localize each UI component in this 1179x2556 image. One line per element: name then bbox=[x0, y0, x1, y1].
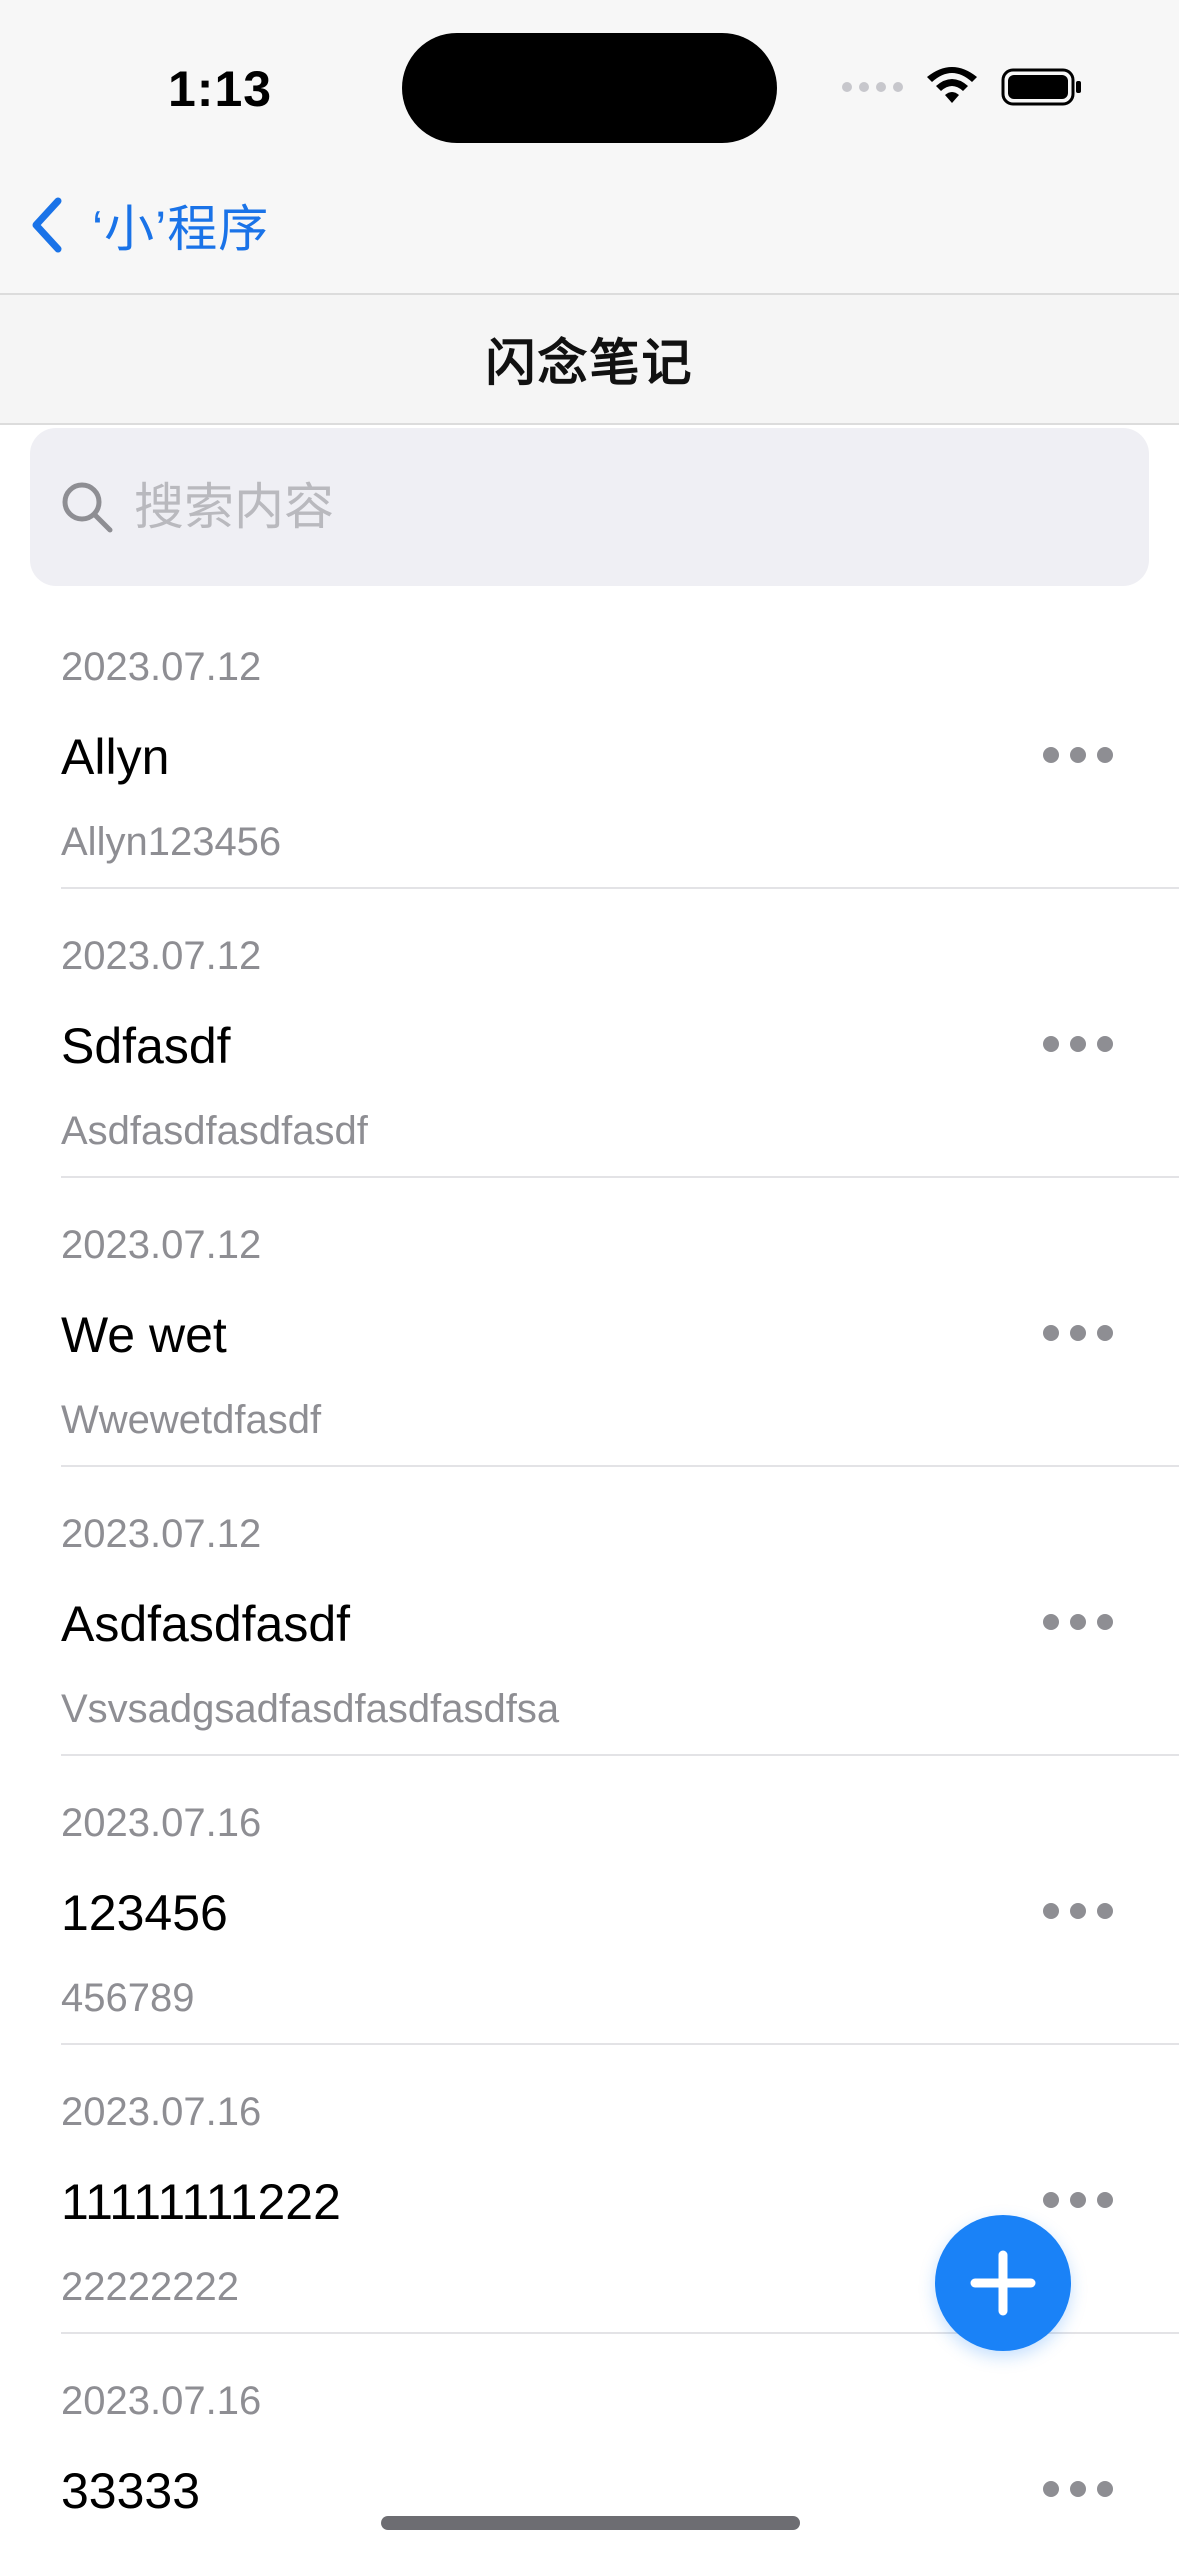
note-date: 2023.07.12 bbox=[61, 934, 262, 978]
more-options-icon[interactable] bbox=[1043, 740, 1113, 770]
note-item[interactable]: 2023.07.12 Allyn Allyn123456 bbox=[0, 600, 1179, 889]
note-body: Wwewetdfasdf bbox=[61, 1398, 322, 1442]
search-input[interactable] bbox=[134, 478, 1034, 536]
navigation-bar: 闪念笔记 bbox=[0, 293, 1179, 425]
note-date: 2023.07.16 bbox=[61, 2090, 262, 2134]
app-screen: 1:13 ‘小’程序 闪念笔记 搜索内容 2023.07.12 Allyn Al… bbox=[0, 0, 1179, 2556]
note-body: Asdfasdfasdfasdf bbox=[61, 1109, 368, 1153]
cellular-signal-icon bbox=[842, 82, 903, 92]
more-options-icon[interactable] bbox=[1043, 1896, 1113, 1926]
note-title: Sdfasdf bbox=[61, 1018, 231, 1074]
note-item[interactable]: 2023.07.12 We wet Wwewetdfasdf bbox=[0, 1178, 1179, 1467]
page-title: 闪念笔记 bbox=[485, 335, 694, 391]
note-item[interactable]: 2023.07.12 Asdfasdfasdf Vsvsadgsadfasdfa… bbox=[0, 1467, 1179, 1756]
search-icon bbox=[62, 482, 113, 533]
search-bar[interactable] bbox=[30, 428, 1149, 586]
note-body: Vsvsadgsadfasdfasdfasdfsa bbox=[61, 1687, 560, 1731]
note-title: Asdfasdfasdf bbox=[61, 1596, 351, 1652]
wifi-icon bbox=[927, 67, 977, 103]
note-date: 2023.07.12 bbox=[61, 1512, 262, 1556]
chevron-left-icon bbox=[32, 197, 62, 253]
dynamic-island bbox=[402, 33, 777, 143]
note-title: Allyn bbox=[61, 729, 170, 785]
note-body: 456789 bbox=[61, 1976, 195, 2020]
battery-icon bbox=[1001, 68, 1081, 106]
home-indicator[interactable] bbox=[381, 2516, 800, 2530]
status-indicators bbox=[842, 62, 1083, 112]
note-date: 2023.07.12 bbox=[61, 1223, 262, 1267]
more-options-icon[interactable] bbox=[1043, 2474, 1113, 2504]
note-title: We wet bbox=[61, 1307, 227, 1363]
back-label: ‘小’程序 bbox=[92, 201, 270, 257]
note-date: 2023.07.12 bbox=[61, 645, 262, 689]
note-title: 11111111222 bbox=[61, 2174, 341, 2230]
add-note-button[interactable] bbox=[935, 2215, 1071, 2351]
note-date: 2023.07.16 bbox=[61, 1801, 262, 1845]
note-date: 2023.07.16 bbox=[61, 2379, 262, 2423]
note-item[interactable]: 2023.07.16 123456 456789 bbox=[0, 1756, 1179, 2045]
more-options-icon[interactable] bbox=[1043, 2185, 1113, 2215]
note-body: Allyn123456 bbox=[61, 820, 282, 864]
note-body: 22222222 bbox=[61, 2265, 239, 2309]
more-options-icon[interactable] bbox=[1043, 1318, 1113, 1348]
back-button[interactable]: ‘小’程序 bbox=[26, 190, 269, 260]
note-title: 33333 bbox=[61, 2463, 201, 2519]
note-item[interactable]: 2023.07.12 Sdfasdf Asdfasdfasdfasdf bbox=[0, 889, 1179, 1178]
status-time: 1:13 bbox=[168, 61, 273, 117]
more-options-icon[interactable] bbox=[1043, 1029, 1113, 1059]
plus-icon bbox=[970, 2250, 1036, 2316]
note-title: 123456 bbox=[61, 1885, 228, 1941]
more-options-icon[interactable] bbox=[1043, 1607, 1113, 1637]
top-bar: 1:13 ‘小’程序 bbox=[0, 0, 1179, 293]
